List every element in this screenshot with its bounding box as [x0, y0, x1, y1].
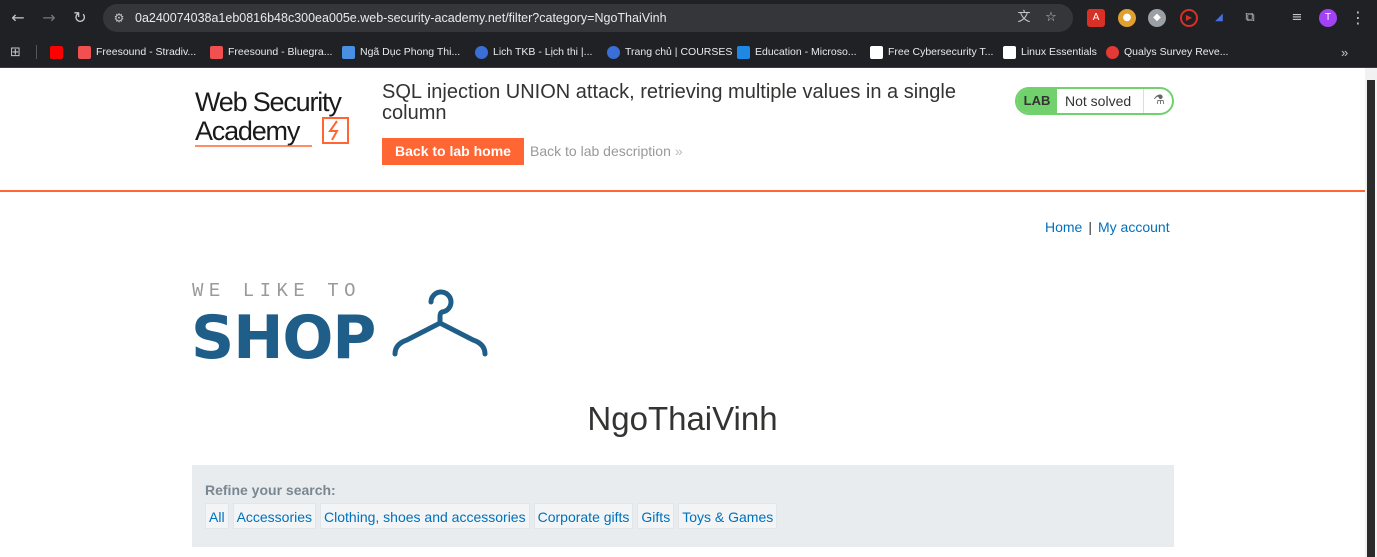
bookmark-item[interactable]: Ngã Dục Phong Thi... — [342, 44, 460, 60]
university-icon — [475, 45, 488, 59]
book-icon — [342, 45, 355, 59]
cisco-icon — [1003, 45, 1016, 59]
we-like-to-shop-logo: WE LIKE TO SHOP — [191, 280, 488, 364]
shop-logo-word: SHOP — [191, 303, 375, 364]
profile-avatar[interactable]: T — [1319, 9, 1337, 27]
flask-icon: ⚗ — [1143, 89, 1172, 113]
bookmarks-divider — [36, 45, 37, 59]
bookmark-youtube[interactable] — [50, 44, 63, 60]
record-extension-icon[interactable]: ▶ — [1180, 9, 1198, 27]
lab-status-widget: LAB Not solved ⚗ — [1015, 87, 1174, 115]
site-info-icon[interactable]: ⚙ — [111, 10, 127, 26]
back-to-lab-description-link[interactable]: Back to lab description» — [530, 143, 683, 159]
cookie-extension-icon[interactable]: ● — [1118, 9, 1136, 27]
back-to-lab-home-button[interactable]: Back to lab home — [382, 138, 524, 165]
bookmarks-bar: ⊞ Freesound - Stradiv... Freesound - Blu… — [0, 36, 1377, 68]
page-scrollbar-thumb[interactable] — [1367, 80, 1375, 557]
filter-gifts[interactable]: Gifts — [637, 503, 675, 529]
back-arrow-icon[interactable]: ← — [8, 8, 28, 28]
bookmark-item[interactable]: Qualys Survey Reve... — [1106, 44, 1228, 60]
web-security-academy-logo[interactable]: Web Security Academy — [192, 84, 367, 150]
filter-corporate-gifts[interactable]: Corporate gifts — [533, 503, 634, 529]
bookmark-item[interactable]: Education - Microso... — [737, 44, 857, 60]
back-to-lab-description-label: Back to lab description — [530, 143, 671, 159]
bookmark-item[interactable]: Free Cybersecurity T... — [870, 44, 993, 60]
filter-accessories[interactable]: Accessories — [232, 503, 317, 529]
cisco-icon — [870, 45, 883, 59]
shop-logo-tagline: WE LIKE TO — [192, 280, 361, 302]
filter-clothing[interactable]: Clothing, shoes and accessories — [320, 503, 530, 529]
home-link[interactable]: Home — [1045, 219, 1082, 235]
filter-toys-games[interactable]: Toys & Games — [678, 503, 778, 529]
browser-toolbar: ← → ↻ ⚙ 0a240074038a1eb0816b48c300ea005e… — [0, 0, 1377, 36]
category-heading: NgoThaiVinh — [587, 400, 778, 437]
logo-line1: Web Security — [195, 87, 342, 117]
qualys-icon — [1106, 45, 1119, 59]
my-account-link[interactable]: My account — [1098, 219, 1170, 235]
university-icon — [607, 45, 620, 59]
more-bookmarks-icon[interactable]: » — [1341, 44, 1348, 60]
address-bar[interactable]: ⚙ 0a240074038a1eb0816b48c300ea005e.web-s… — [103, 4, 1073, 32]
translate-icon[interactable]: 文 — [1015, 9, 1033, 27]
filter-all[interactable]: All — [205, 503, 229, 529]
bookmark-item[interactable]: Freesound - Stradiv... — [78, 44, 196, 60]
browser-menu-icon[interactable]: ⋮ — [1348, 8, 1368, 28]
chevron-right-icon: » — [674, 143, 683, 159]
extensions-puzzle-icon[interactable]: ⧉ — [1241, 9, 1259, 27]
account-nav: Home | My account — [1045, 219, 1170, 235]
lab-tag: LAB — [1017, 89, 1057, 113]
url-text[interactable]: 0a240074038a1eb0816b48c300ea005e.web-sec… — [135, 11, 667, 25]
hanger-icon — [392, 289, 488, 357]
pdf-extension-icon[interactable]: A — [1087, 9, 1105, 27]
logo-line2: Academy — [195, 116, 301, 146]
lightning-icon — [328, 120, 339, 141]
lab-title: SQL injection UNION attack, retrieving m… — [382, 81, 956, 124]
freesound-icon — [78, 45, 91, 59]
forward-arrow-icon[interactable]: → — [39, 8, 59, 28]
extension-icon[interactable]: ◆ — [1148, 9, 1166, 27]
nav-separator: | — [1088, 219, 1092, 235]
wappalyzer-icon[interactable]: ◢ — [1210, 9, 1228, 27]
lab-status-text: Not solved — [1065, 93, 1132, 109]
reading-list-icon[interactable]: ≡ — [1288, 9, 1306, 27]
freesound-icon — [210, 45, 223, 59]
refine-search-label: Refine your search: — [205, 482, 336, 498]
bookmark-item[interactable]: Lich TKB - Lịch thi |... — [475, 44, 592, 60]
bookmark-item[interactable]: Linux Essentials — [1003, 44, 1097, 60]
bookmark-item[interactable]: Freesound - Bluegra... — [210, 44, 332, 60]
filter-panel: Refine your search: All Accessories Clot… — [192, 465, 1174, 547]
reload-icon[interactable]: ↻ — [70, 8, 90, 28]
bookmark-item[interactable]: Trang chủ | COURSES — [607, 44, 732, 60]
category-filter-list: All Accessories Clothing, shoes and acce… — [205, 503, 778, 529]
azure-icon — [737, 45, 750, 59]
youtube-icon — [50, 45, 63, 59]
apps-grid-icon[interactable]: ⊞ — [10, 44, 21, 60]
bookmark-star-icon[interactable]: ☆ — [1042, 9, 1060, 27]
